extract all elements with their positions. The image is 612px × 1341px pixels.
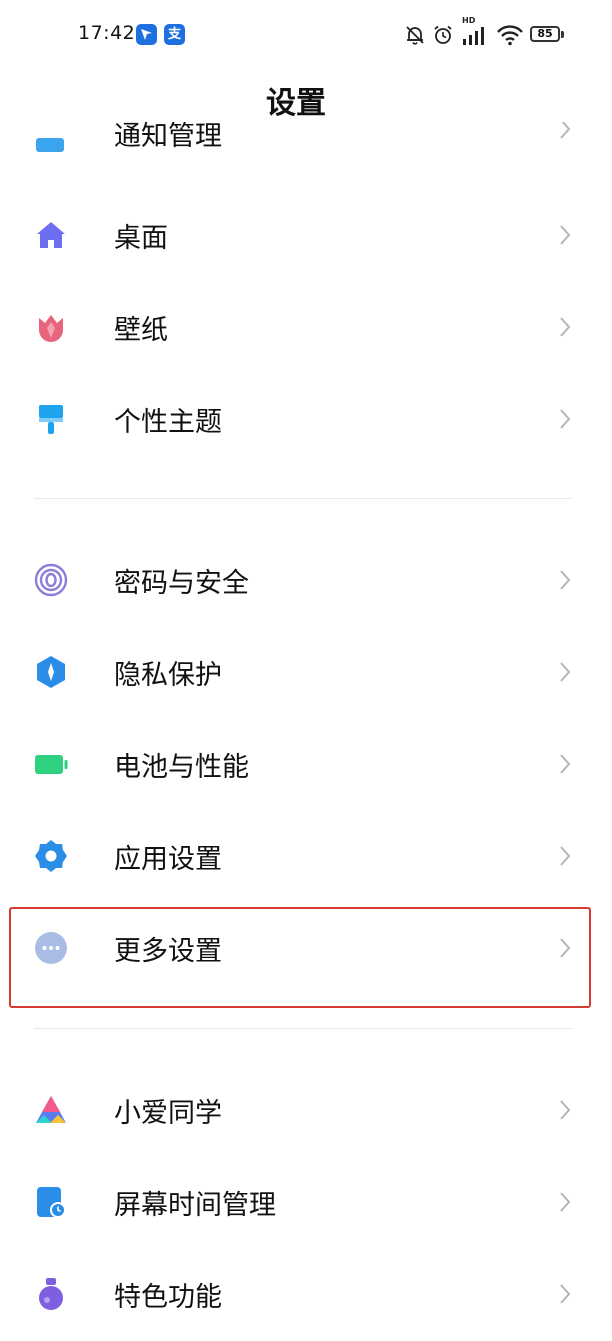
mute-bell-icon xyxy=(406,26,424,45)
paintbrush-icon xyxy=(39,405,63,434)
signal-icon xyxy=(463,27,484,45)
section-divider xyxy=(34,498,572,499)
status-time: 17:42 xyxy=(78,22,136,44)
settings-item-label: 通知管理 xyxy=(114,122,222,152)
chevron-right-icon xyxy=(560,1192,571,1212)
screen-time-icon xyxy=(37,1187,66,1218)
highlight-box xyxy=(9,907,591,1008)
chevron-right-icon xyxy=(560,122,571,139)
flask-icon xyxy=(39,1278,63,1310)
settings-item-screen-time[interactable]: 屏幕时间管理 xyxy=(0,1157,612,1249)
settings-item-privacy[interactable]: 隐私保护 xyxy=(0,627,612,719)
chevron-right-icon xyxy=(560,225,571,245)
settings-item-special-features[interactable]: 特色功能 xyxy=(0,1249,612,1341)
settings-item-battery-performance[interactable]: 电池与性能 xyxy=(0,719,612,811)
tulip-icon xyxy=(39,315,63,342)
fingerprint-icon xyxy=(34,563,68,597)
status-bar: 17:42 支 HD 85 xyxy=(0,0,612,70)
battery-indicator: 85 xyxy=(530,26,560,42)
settings-item-label: 个性主题 xyxy=(114,407,222,438)
home-icon xyxy=(37,222,65,248)
xiaoai-icon xyxy=(36,1096,66,1123)
page-title: 设置 xyxy=(266,86,326,121)
privacy-shield-icon xyxy=(37,656,65,688)
wifi-icon xyxy=(497,25,523,46)
chevron-right-icon xyxy=(560,662,571,682)
alipay-icon: 支 xyxy=(164,24,185,45)
settings-item-app-settings[interactable]: 应用设置 xyxy=(0,811,612,903)
chevron-right-icon xyxy=(560,846,571,866)
gear-icon xyxy=(35,840,67,872)
network-label: HD xyxy=(462,16,476,25)
settings-item-label: 应用设置 xyxy=(114,844,222,875)
battery-tip xyxy=(561,31,564,38)
settings-item-label: 特色功能 xyxy=(114,1282,222,1313)
chevron-right-icon xyxy=(560,409,571,429)
settings-item-label: 隐私保护 xyxy=(114,660,222,691)
settings-item-label: 屏幕时间管理 xyxy=(114,1190,276,1221)
chevron-right-icon xyxy=(560,570,571,590)
settings-item-wallpaper[interactable]: 壁纸 xyxy=(0,282,612,374)
settings-item-label: 小爱同学 xyxy=(114,1098,222,1129)
settings-item-desktop[interactable]: 桌面 xyxy=(0,190,612,282)
settings-item-label: 电池与性能 xyxy=(114,752,249,783)
settings-item-label: 桌面 xyxy=(114,223,168,254)
chevron-right-icon xyxy=(560,754,571,774)
alarm-icon xyxy=(434,25,452,44)
chevron-right-icon xyxy=(560,1100,571,1120)
battery-icon xyxy=(35,755,68,774)
chevron-right-icon xyxy=(560,1284,571,1304)
settings-item-label: 壁纸 xyxy=(114,315,168,346)
settings-item-themes[interactable]: 个性主题 xyxy=(0,374,612,466)
settings-item-label: 密码与安全 xyxy=(114,568,249,599)
notification-icon xyxy=(36,138,64,152)
settings-item-xiaoai[interactable]: 小爱同学 xyxy=(0,1065,612,1157)
chevron-right-icon xyxy=(560,317,571,337)
settings-item-notifications[interactable]: 通知管理 xyxy=(0,122,612,158)
settings-item-password-security[interactable]: 密码与安全 xyxy=(0,535,612,627)
navigation-app-icon xyxy=(136,24,157,45)
section-divider xyxy=(34,1028,572,1029)
